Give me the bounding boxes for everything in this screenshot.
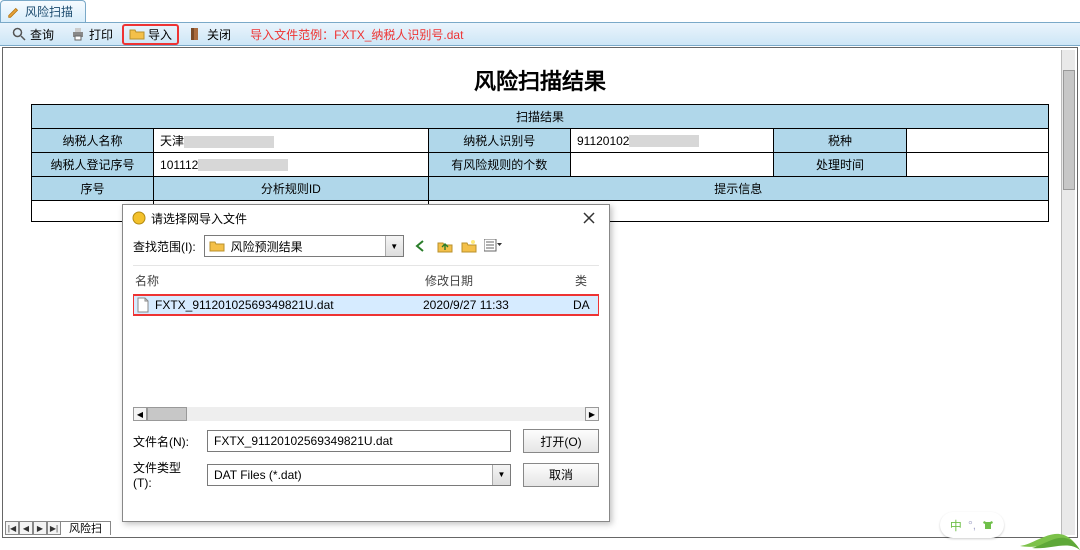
toolbar: 查询 打印 导入 关闭 导入文件范例：FXTX_纳税人识别号.dat — [0, 22, 1080, 46]
col-seq: 序号 — [32, 177, 154, 201]
section-header: 扫描结果 — [32, 105, 1049, 129]
printer-icon — [70, 26, 86, 42]
col-tip: 提示信息 — [428, 177, 1048, 201]
search-icon — [11, 26, 27, 42]
chevron-down-icon[interactable]: ▼ — [492, 465, 510, 485]
value-reg-no: 101112 — [154, 153, 429, 177]
pencil-icon — [7, 5, 21, 19]
scrollbar-thumb[interactable] — [1063, 70, 1075, 190]
app-icon — [131, 210, 147, 226]
file-row[interactable]: FXTX_91120102569349821U.dat 2020/9/27 11… — [133, 295, 599, 315]
file-icon — [135, 297, 151, 313]
file-type: DA — [573, 298, 599, 312]
page-title: 风险扫描结果 — [31, 54, 1049, 104]
label-taxpayer-name: 纳税人名称 — [32, 129, 154, 153]
label-rule-count: 有风险规则的个数 — [428, 153, 570, 177]
toolbar-label: 关闭 — [207, 26, 231, 43]
scroll-right-icon[interactable]: ▶ — [585, 407, 599, 421]
back-button[interactable] — [412, 237, 430, 255]
file-name: FXTX_91120102569349821U.dat — [155, 298, 334, 312]
label-reg-no: 纳税人登记序号 — [32, 153, 154, 177]
dialog-titlebar[interactable]: 请选择网导入文件 — [123, 205, 609, 231]
filetype-label: 文件类型(T): — [133, 459, 195, 490]
nav-next-icon[interactable]: ▶ — [33, 521, 47, 535]
tab-bar: 风险扫描 — [0, 0, 1080, 22]
view-menu-button[interactable] — [484, 237, 502, 255]
filename-input[interactable]: FXTX_91120102569349821U.dat — [207, 430, 511, 452]
file-list: 名称 修改日期 类 FXTX_91120102569349821U.dat 20… — [133, 265, 599, 421]
toolbar-label: 导入 — [148, 26, 172, 43]
filename-label: 文件名(N): — [133, 433, 195, 450]
open-button[interactable]: 打开(O) — [523, 429, 599, 453]
file-open-dialog: 请选择网导入文件 查找范围(I): 风险预测结果 ▼ 名称 修改日期 类 — [122, 204, 610, 522]
sheet-tab[interactable]: 风险扫 — [61, 521, 111, 535]
import-hint: 导入文件范例：FXTX_纳税人识别号.dat — [250, 26, 463, 43]
col-rule-id: 分析规则ID — [154, 177, 429, 201]
value-process-time — [906, 153, 1048, 177]
scroll-left-icon[interactable]: ◀ — [133, 407, 147, 421]
label-tax-type: 税种 — [774, 129, 906, 153]
new-folder-button[interactable] — [460, 237, 478, 255]
look-in-label: 查找范围(I): — [133, 238, 196, 255]
col-type[interactable]: 类 — [575, 272, 597, 289]
toolbar-label: 查询 — [30, 26, 54, 43]
horizontal-scrollbar[interactable]: ◀ ▶ — [133, 407, 599, 421]
file-list-header[interactable]: 名称 修改日期 类 — [133, 266, 599, 295]
toolbar-label: 打印 — [89, 26, 113, 43]
up-folder-button[interactable] — [436, 237, 454, 255]
folder-icon — [209, 238, 225, 254]
value-rule-count — [570, 153, 773, 177]
import-button[interactable]: 导入 — [122, 24, 179, 45]
scrollbar-thumb[interactable] — [147, 407, 187, 421]
look-in-value: 风险预测结果 — [225, 238, 385, 255]
folder-open-icon — [129, 26, 145, 42]
sheet-navigation: |◀ ◀ ▶ ▶| 风险扫 — [5, 521, 111, 535]
look-in-combo[interactable]: 风险预测结果 ▼ — [204, 235, 404, 257]
file-date: 2020/9/27 11:33 — [423, 298, 573, 312]
close-icon — [583, 212, 595, 224]
col-name[interactable]: 名称 — [135, 272, 425, 289]
label-taxpayer-id: 纳税人识别号 — [428, 129, 570, 153]
label-process-time: 处理时间 — [774, 153, 906, 177]
vertical-scrollbar[interactable] — [1061, 50, 1075, 535]
value-taxpayer-name: 天津 — [154, 129, 429, 153]
tab-risk-scan[interactable]: 风险扫描 — [0, 0, 86, 22]
print-button[interactable]: 打印 — [63, 24, 120, 45]
chevron-down-icon[interactable]: ▼ — [385, 236, 403, 256]
filetype-value: DAT Files (*.dat) — [208, 468, 492, 482]
tab-label: 风险扫描 — [25, 3, 73, 20]
nav-prev-icon[interactable]: ◀ — [19, 521, 33, 535]
close-button[interactable]: 关闭 — [181, 24, 238, 45]
value-taxpayer-id: 91120102 — [570, 129, 773, 153]
filetype-combo[interactable]: DAT Files (*.dat) ▼ — [207, 464, 511, 486]
dialog-close-button[interactable] — [577, 208, 601, 228]
nav-first-icon[interactable]: |◀ — [5, 521, 19, 535]
col-date[interactable]: 修改日期 — [425, 272, 575, 289]
query-button[interactable]: 查询 — [4, 24, 61, 45]
value-tax-type — [906, 129, 1048, 153]
nav-last-icon[interactable]: ▶| — [47, 521, 61, 535]
cancel-button[interactable]: 取消 — [523, 463, 599, 487]
door-exit-icon — [188, 26, 204, 42]
dialog-title: 请选择网导入文件 — [151, 210, 247, 227]
